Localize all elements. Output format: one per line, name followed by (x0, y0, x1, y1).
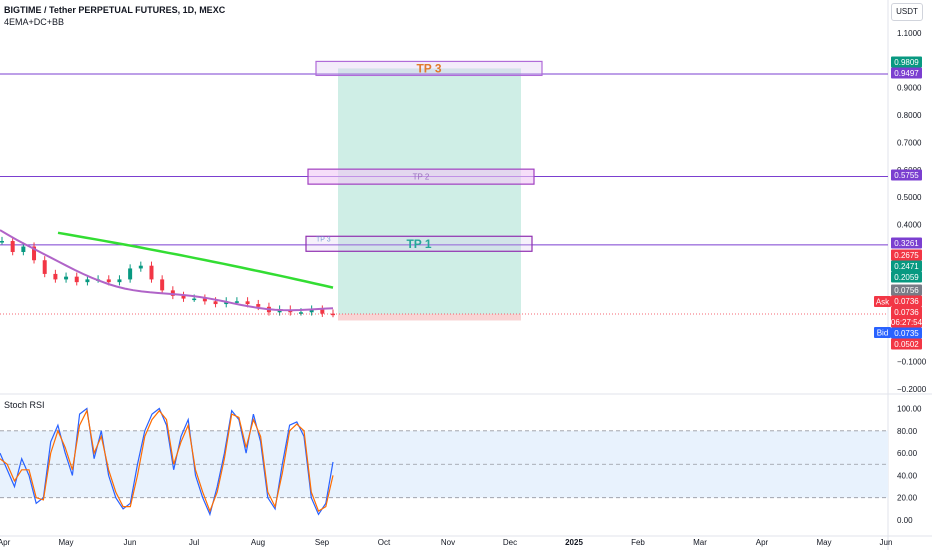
candle-body (64, 276, 69, 280)
currency-selector[interactable]: USDT (891, 3, 923, 21)
time-axis-label: Jun (880, 538, 893, 547)
tp-label: TP 1 (406, 237, 431, 251)
price-tick-label: 0.5000 (897, 193, 922, 202)
tp-label: TP 3 (416, 61, 441, 75)
rsi-tick-label: 60.00 (897, 449, 918, 458)
time-axis-label: Feb (631, 538, 645, 547)
tp-label: TP 2 (413, 173, 430, 182)
time-axis-label: Jun (124, 538, 137, 547)
chart-title: BIGTIME / Tether PERPETUAL FUTURES, 1D, … (4, 5, 226, 15)
stop-loss-zone (338, 314, 521, 321)
bollinger-band-line (0, 229, 334, 312)
price-tick-label: −0.2000 (897, 385, 927, 394)
rsi-tick-label: 80.00 (897, 427, 918, 436)
time-axis-label: Sep (315, 538, 330, 547)
indicator-label: 4EMA+DC+BB (4, 17, 65, 27)
time-axis-label: Dec (503, 538, 517, 547)
candle-body (298, 312, 303, 314)
candle-body (234, 301, 239, 303)
candle-body (181, 295, 186, 299)
ema-line (57, 231, 334, 289)
price-tag-label: 0.0736 (894, 308, 919, 317)
time-axis-label: Mar (693, 538, 707, 547)
candle-body (0, 241, 4, 243)
candle-body (21, 246, 26, 252)
candle-body (245, 301, 250, 305)
price-tick-label: −0.1000 (897, 358, 927, 367)
time-axis-label: Jul (189, 538, 199, 547)
candle-body (320, 309, 325, 314)
price-tag-label: 0.9497 (894, 69, 919, 78)
candle-body (106, 279, 111, 283)
rsi-tick-label: 40.00 (897, 471, 918, 480)
candle-body (128, 268, 133, 280)
price-tag-label: 0.3261 (894, 239, 919, 248)
time-axis-label: May (816, 538, 831, 547)
price-tag-label: 0.2059 (894, 273, 919, 282)
time-axis-label: Aug (251, 538, 265, 547)
candle-body (213, 301, 218, 305)
time-axis-label: 2025 (565, 538, 583, 547)
time-axis-label: Apr (756, 538, 769, 547)
price-tag-label: 0.0502 (894, 340, 919, 349)
price-tag-label: 0.9809 (894, 58, 919, 67)
candle-body (53, 273, 58, 280)
price-tag-label: 0.0736 (894, 297, 919, 306)
price-tag-label: 0.2471 (894, 262, 919, 271)
rsi-tick-label: 20.00 (897, 494, 918, 503)
price-tick-label: 0.4000 (897, 221, 922, 230)
time-axis-label: Nov (441, 538, 455, 547)
candle-body (192, 298, 197, 301)
price-tick-label: 0.7000 (897, 138, 922, 147)
candle-body (117, 279, 122, 283)
candle-body (149, 265, 154, 280)
candle-body (138, 265, 143, 269)
rsi-tick-label: 0.00 (897, 516, 913, 525)
trading-chart[interactable]: 1.10000.90000.80000.70000.60000.50000.40… (0, 0, 932, 550)
price-tag-label: 06:27:54 (891, 318, 923, 327)
candle-body (42, 260, 47, 274)
bid-label: Bid (877, 329, 889, 338)
candle-body (160, 279, 165, 291)
rsi-tick-label: 100.00 (897, 405, 922, 414)
price-tick-label: 0.8000 (897, 111, 922, 120)
time-axis-label: Apr (0, 538, 11, 547)
candle-body (74, 276, 79, 283)
take-profit-zone (338, 68, 521, 315)
price-tick-label: 0.9000 (897, 84, 922, 93)
time-axis-label: May (58, 538, 73, 547)
price-tag-label: 0.2675 (894, 251, 919, 260)
ask-label: Ask (876, 298, 890, 307)
stoch-rsi-title: Stoch RSI (4, 400, 45, 410)
time-axis-label: Oct (378, 538, 391, 547)
price-tag-label: 0.0756 (894, 286, 919, 295)
candle-body (256, 304, 261, 307)
price-tick-label: 1.1000 (897, 29, 922, 38)
tp-label-small: TP 3 (316, 236, 331, 243)
price-tag-label: 0.5755 (894, 171, 919, 180)
candle-body (10, 241, 15, 252)
price-tag-label: 0.0735 (894, 329, 919, 338)
candle-body (85, 279, 90, 283)
